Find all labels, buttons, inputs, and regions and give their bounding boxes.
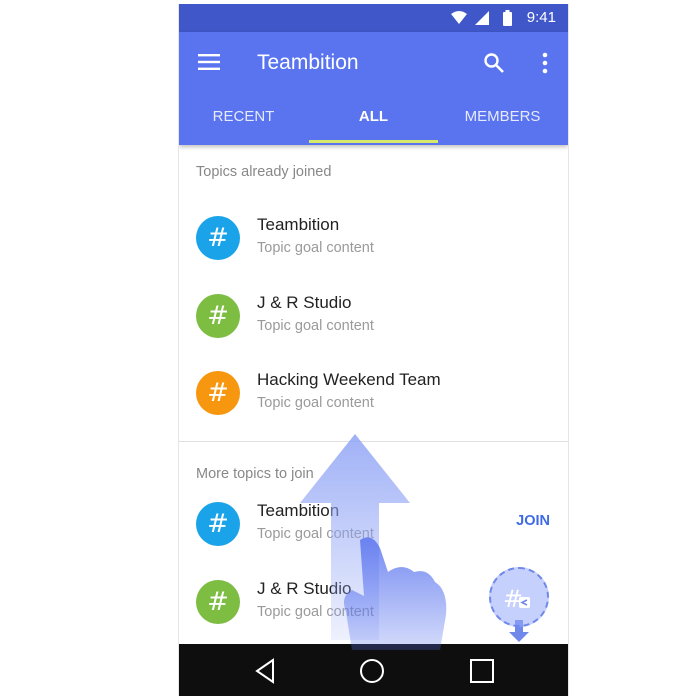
- topic-title: J & R Studio: [257, 293, 352, 312]
- hash-add-icon: #: [503, 585, 530, 613]
- search-icon[interactable]: [483, 52, 505, 74]
- topic-subtitle: Topic goal content: [257, 240, 374, 256]
- hash-icon: #: [196, 216, 240, 260]
- status-bar: 9:41: [179, 4, 568, 32]
- battery-icon: [503, 10, 512, 26]
- app-bar: Teambition RECENT ALL MEMBERS: [179, 32, 568, 145]
- section-header-joined: Topics already joined: [196, 164, 332, 180]
- tab-all[interactable]: ALL: [309, 102, 438, 145]
- home-icon[interactable]: [357, 656, 387, 686]
- hash-icon: #: [196, 502, 240, 546]
- more-vert-icon[interactable]: [539, 50, 551, 76]
- recents-icon[interactable]: [467, 656, 497, 686]
- section-header-more: More topics to join: [196, 466, 314, 482]
- list-item[interactable]: # J & R Studio Topic goal content: [179, 282, 568, 360]
- list-item[interactable]: # Hacking Weekend Team Topic goal conten…: [179, 359, 568, 437]
- wifi-icon: [451, 11, 467, 24]
- tab-members[interactable]: MEMBERS: [438, 102, 567, 145]
- hash-icon: #: [196, 371, 240, 415]
- hash-icon: #: [196, 294, 240, 338]
- navigation-bar: [179, 644, 568, 696]
- topic-title: Teambition: [257, 501, 340, 520]
- topic-subtitle: Topic goal content: [257, 604, 374, 620]
- tab-bar: RECENT ALL MEMBERS: [179, 102, 568, 145]
- active-tab-indicator: [309, 140, 438, 143]
- fab-add-topic-button[interactable]: #: [489, 567, 549, 627]
- topic-subtitle: Topic goal content: [257, 318, 374, 334]
- topic-title: J & R Studio: [257, 579, 352, 598]
- status-time: 9:41: [526, 9, 556, 26]
- topic-subtitle: Topic goal content: [257, 526, 374, 542]
- signal-icon: [475, 11, 489, 25]
- section-divider: [179, 441, 568, 442]
- hash-icon: #: [196, 580, 240, 624]
- list-item[interactable]: # Teambition Topic goal content JOIN: [179, 490, 568, 568]
- tab-recent[interactable]: RECENT: [179, 102, 308, 145]
- topic-title: Hacking Weekend Team: [257, 370, 441, 389]
- join-button[interactable]: JOIN: [516, 513, 550, 529]
- topic-subtitle: Topic goal content: [257, 395, 374, 411]
- topic-title: Teambition: [257, 215, 340, 234]
- list-item[interactable]: # Teambition Topic goal content: [179, 204, 568, 282]
- back-icon[interactable]: [251, 656, 281, 686]
- menu-icon[interactable]: [197, 52, 221, 72]
- app-title: Teambition: [257, 51, 359, 74]
